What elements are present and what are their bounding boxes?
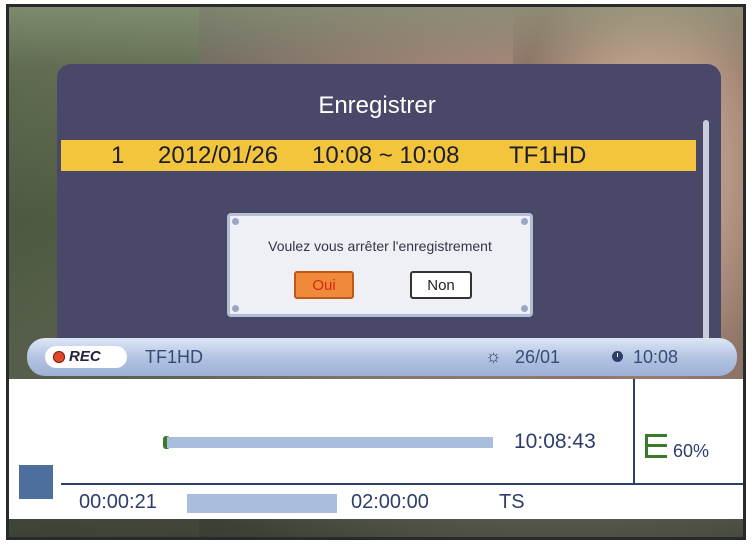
tv-screen: Enregistrer 1 2012/01/26 10:08 ~ 10:08 T… <box>6 4 746 540</box>
dialog-corner <box>521 305 528 312</box>
playback-panel: 10:08:43 60% 00:00:21 02:00:00 TS <box>9 379 743 519</box>
recording-list-item[interactable]: 1 2012/01/26 10:08 ~ 10:08 TF1HD <box>61 140 696 171</box>
record-dot-icon <box>53 351 65 363</box>
background-video-top <box>9 7 743 67</box>
dialog-corner <box>232 305 239 312</box>
stop-recording-dialog: Voulez vous arrêter l'enregistrement Oui… <box>227 213 533 317</box>
signal-percent: 60% <box>673 441 710 461</box>
rec-label: REC <box>69 348 101 365</box>
sun-icon: ☼ <box>485 346 502 366</box>
elapsed-time: 00:00:21 <box>79 491 157 513</box>
panel-title: Enregistrer <box>318 92 436 119</box>
recording-time-range: 10:08 ~ 10:08 <box>312 142 460 169</box>
recording-index: 1 <box>111 142 125 169</box>
recording-date: 2012/01/26 <box>158 142 279 169</box>
clock-icon <box>612 351 623 362</box>
clock-time: 10:08 <box>633 347 679 367</box>
channel-name: TF1HD <box>145 347 203 367</box>
divider <box>633 379 635 483</box>
rec-badge: REC <box>45 346 127 368</box>
divider <box>61 483 743 485</box>
total-time: 02:00:00 <box>351 491 429 513</box>
timeshift-bar <box>187 494 337 513</box>
status-square <box>19 465 53 499</box>
current-time: 10:08:43 <box>514 430 596 453</box>
no-button[interactable]: Non <box>410 271 472 299</box>
date-display: 26/01 <box>515 347 561 367</box>
dialog-corner <box>521 218 528 225</box>
signal-strength-icon <box>645 434 667 458</box>
stream-format: TS <box>499 491 525 513</box>
recording-progress-bar <box>167 437 493 448</box>
dialog-question: Voulez vous arrêter l'enregistrement <box>268 238 492 254</box>
recordings-scrollbar[interactable] <box>703 120 709 360</box>
dialog-corner <box>232 218 239 225</box>
yes-button[interactable]: Oui <box>294 271 354 299</box>
channel-info-bar: REC TF1HD ☼ 26/01 10:08 <box>27 338 737 376</box>
recording-channel: TF1HD <box>509 142 587 169</box>
